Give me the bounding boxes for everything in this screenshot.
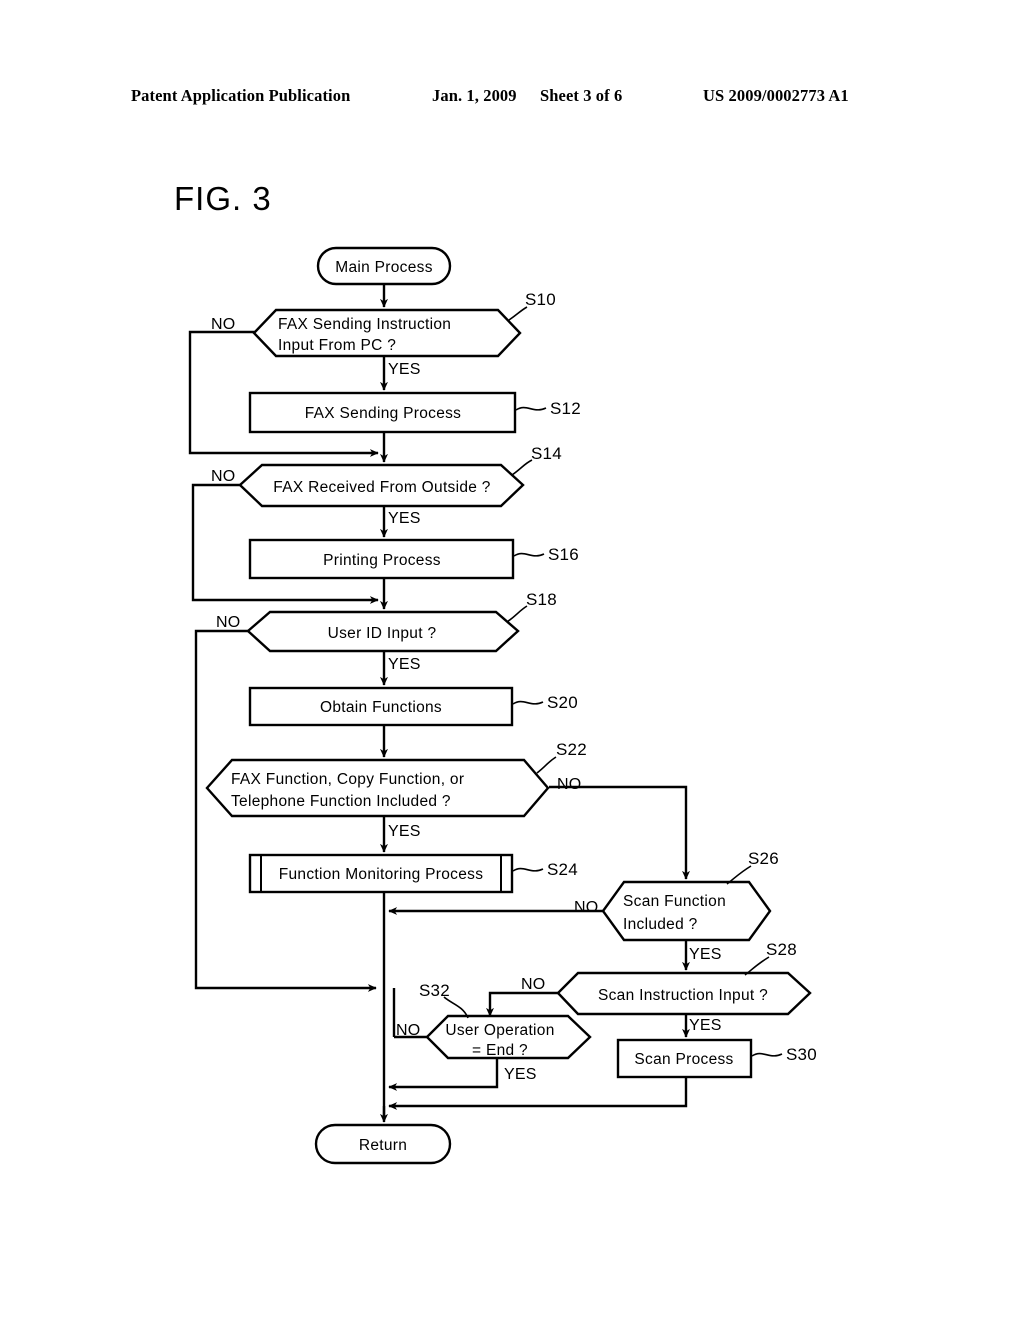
branch-label-s14-no: NO <box>211 468 235 485</box>
node-s20-process[interactable]: Obtain Functions <box>248 686 514 727</box>
step-label-s20: S20 <box>547 693 578 712</box>
branch-label-s10-yes: YES <box>388 361 421 378</box>
node-label-s14: FAX Received From Outside ? <box>273 479 491 496</box>
branch-label-s28-yes: YES <box>689 1017 722 1034</box>
branch-label-s10-no: NO <box>211 316 235 333</box>
node-label-s20: Obtain Functions <box>320 699 442 716</box>
step-label-s16: S16 <box>548 545 579 564</box>
node-label-s32-line1: User Operation <box>445 1022 554 1039</box>
node-label-s12: FAX Sending Process <box>305 405 461 422</box>
branch-label-s22-yes: YES <box>388 823 421 840</box>
branch-label-s28-no: NO <box>521 976 545 993</box>
node-s28-decision[interactable]: Scan Instruction Input ? <box>556 971 812 1016</box>
node-label-s10-line2: Input From PC ? <box>278 337 396 354</box>
node-s26-decision[interactable]: Scan Function Included ? <box>601 880 772 942</box>
node-s16-process[interactable]: Printing Process <box>248 538 515 580</box>
node-s10-decision[interactable]: FAX Sending Instruction Input From PC ? <box>252 308 522 358</box>
branch-label-s32-yes: YES <box>504 1066 537 1083</box>
step-label-s12: S12 <box>550 399 581 418</box>
step-label-s22: S22 <box>556 740 587 759</box>
node-label-s10-line1: FAX Sending Instruction <box>278 316 451 333</box>
step-label-s18: S18 <box>526 590 557 609</box>
step-label-s24: S24 <box>547 860 578 879</box>
node-label-s16: Printing Process <box>323 552 441 569</box>
node-s14-decision[interactable]: FAX Received From Outside ? <box>238 463 525 508</box>
flowchart-diagram: Main Process FAX Sending Instruction Inp… <box>188 246 817 1165</box>
node-label-s18: User ID Input ? <box>328 625 437 642</box>
node-s12-process[interactable]: FAX Sending Process <box>248 391 517 434</box>
node-label-main-process: Main Process <box>335 259 433 276</box>
node-label-s26-line2: Included ? <box>623 916 698 933</box>
node-label-s22-line1: FAX Function, Copy Function, or <box>231 771 464 788</box>
node-label-s28: Scan Instruction Input ? <box>598 987 768 1004</box>
branch-label-s14-yes: YES <box>388 510 421 527</box>
node-s22-decision[interactable]: FAX Function, Copy Function, or Telephon… <box>205 758 550 818</box>
node-label-s22-line2: Telephone Function Included ? <box>231 793 451 810</box>
step-label-s30: S30 <box>786 1045 817 1064</box>
node-label-s30: Scan Process <box>634 1051 733 1068</box>
step-label-s10: S10 <box>525 290 556 309</box>
patent-figure-page: Patent Application Publication Jan. 1, 2… <box>0 0 1024 1320</box>
node-main-process[interactable]: Main Process <box>316 246 452 286</box>
step-label-s26: S26 <box>748 849 779 868</box>
branch-label-s26-no: NO <box>574 899 598 916</box>
step-label-s28: S28 <box>766 940 797 959</box>
node-label-return: Return <box>359 1137 407 1154</box>
node-s24-predefined-process[interactable]: Function Monitoring Process <box>248 853 514 894</box>
node-s18-decision[interactable]: User ID Input ? <box>246 610 520 653</box>
node-label-s24: Function Monitoring Process <box>279 866 484 883</box>
node-label-s32-line2: = End ? <box>472 1042 528 1059</box>
branch-label-s32-no: NO <box>396 1022 420 1039</box>
node-label-s26-line1: Scan Function <box>623 893 726 910</box>
node-s30-process[interactable]: Scan Process <box>616 1038 753 1079</box>
branch-label-s18-no: NO <box>216 614 240 631</box>
node-return[interactable]: Return <box>314 1123 452 1165</box>
step-label-s32: S32 <box>419 981 450 1000</box>
branch-label-s22-no: NO <box>557 776 581 793</box>
node-s32-decision[interactable]: User Operation = End ? <box>425 1014 592 1060</box>
branch-label-s26-yes: YES <box>689 946 722 963</box>
step-label-s14: S14 <box>531 444 562 463</box>
branch-label-s18-yes: YES <box>388 656 421 673</box>
